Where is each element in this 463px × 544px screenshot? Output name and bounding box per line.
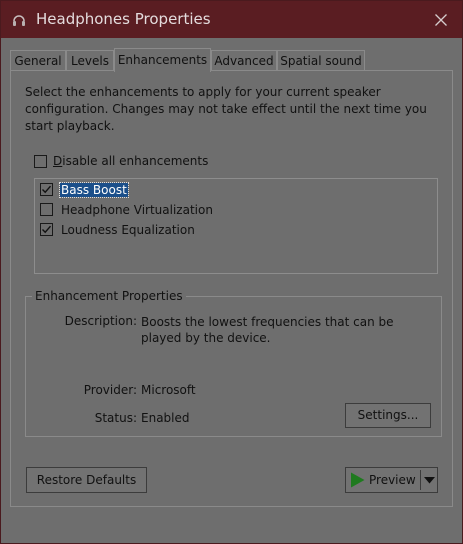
- restore-defaults-label: Restore Defaults: [36, 473, 137, 487]
- tab-label: Levels: [71, 54, 109, 68]
- provider-label: Provider:: [83, 383, 137, 397]
- description-value: Boosts the lowest frequencies that can b…: [141, 315, 394, 345]
- enhancement-item-loudness-equalization[interactable]: Loudness Equalization: [61, 223, 195, 237]
- group-title: Enhancement Properties: [32, 289, 186, 303]
- title-bar: Headphones Properties: [1, 1, 462, 38]
- play-icon: [351, 472, 365, 488]
- chevron-down-icon: [424, 477, 435, 484]
- disable-all-label-text: isable all enhancements: [62, 154, 209, 168]
- tab-label: Spatial sound: [280, 54, 362, 68]
- description-label: Description:: [64, 314, 137, 328]
- tab-label: Enhancements: [117, 53, 208, 67]
- settings-button[interactable]: Settings...: [345, 403, 431, 428]
- disable-all-checkbox[interactable]: [34, 155, 47, 168]
- checkmark-icon: [42, 225, 52, 234]
- preview-button-label: Preview: [369, 473, 416, 487]
- close-button[interactable]: [420, 1, 462, 38]
- bass-boost-checkbox[interactable]: [40, 183, 53, 196]
- disable-all-label[interactable]: Disable all enhancements: [53, 154, 208, 168]
- settings-button-label: Settings...: [357, 408, 419, 422]
- tab-spatial-sound[interactable]: Spatial sound: [277, 50, 365, 71]
- tab-label: General: [14, 54, 62, 68]
- loudness-equalization-checkbox[interactable]: [40, 223, 53, 236]
- tab-label: Advanced: [214, 54, 274, 68]
- tab-enhancements[interactable]: Enhancements: [114, 48, 211, 72]
- restore-defaults-button[interactable]: Restore Defaults: [26, 467, 147, 493]
- tab-advanced[interactable]: Advanced: [211, 50, 277, 71]
- close-icon: [435, 13, 447, 26]
- status-label: Status:: [94, 411, 137, 425]
- tab-levels[interactable]: Levels: [66, 50, 114, 71]
- split-divider: [420, 470, 421, 490]
- provider-value: Microsoft: [141, 383, 196, 397]
- tab-general[interactable]: General: [10, 50, 66, 71]
- headphones-icon: [11, 12, 27, 28]
- preview-dropdown-arrow[interactable]: [422, 468, 437, 492]
- enhancement-item-bass-boost[interactable]: Bass Boost: [59, 182, 129, 198]
- properties-window: Headphones Properties General Levels Enh…: [0, 0, 463, 544]
- headphone-virtualization-checkbox[interactable]: [40, 203, 53, 216]
- intro-text: Select the enhancements to apply for you…: [25, 85, 427, 133]
- window-title: Headphones Properties: [36, 10, 211, 28]
- status-value: Enabled: [141, 411, 190, 425]
- enhancement-item-headphone-virtualization[interactable]: Headphone Virtualization: [61, 203, 213, 217]
- checkmark-icon: [42, 185, 52, 194]
- preview-button[interactable]: Preview: [345, 467, 438, 493]
